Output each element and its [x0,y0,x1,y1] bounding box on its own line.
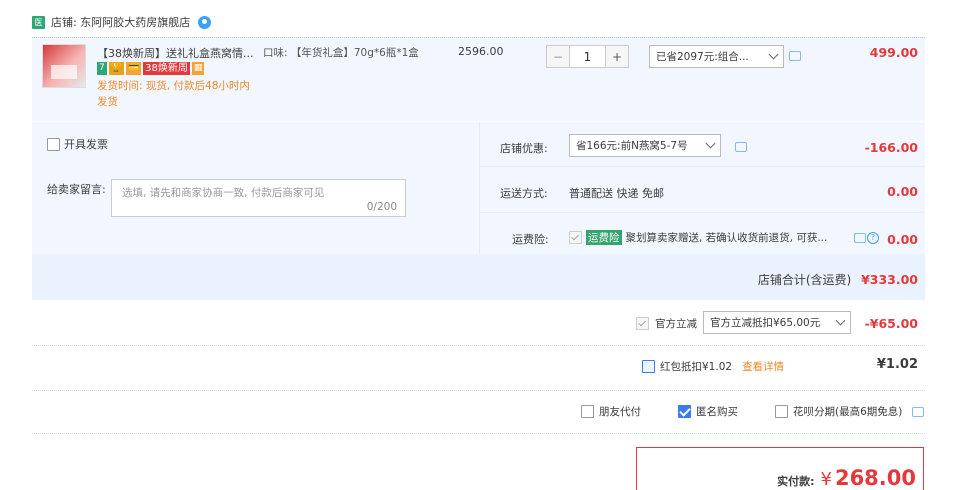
divider [32,345,925,346]
product-title-link[interactable]: 【38焕新周】送礼礼盒燕窝情... [97,45,257,61]
redpacket-option[interactable]: 红包抵扣¥1.02 查看详情 [642,359,784,374]
anonymous-label: 匿名购买 [696,406,738,418]
invoice-option[interactable]: 开具发票 [47,136,108,152]
shop-total-amount: ¥333.00 [861,272,918,287]
invoice-label: 开具发票 [64,138,108,151]
qty-plus-button[interactable]: + [605,45,629,68]
chevron-down-icon [768,49,779,60]
official-discount-checkbox [636,317,649,330]
invoice-checkbox[interactable] [47,137,60,151]
official-discount-amount: -¥65.00 [864,316,918,331]
chevron-down-icon [835,315,846,326]
store-type-badge: 医 [32,15,45,29]
delivery-value: 普通配送 快递 免邮 [569,187,664,200]
item-discount-select[interactable]: 已省2097元:组合... [649,45,784,68]
divider [479,212,925,213]
qty-input[interactable]: 1 [570,45,605,68]
official-discount-select[interactable]: 官方立减抵扣¥65.00元 [703,311,851,334]
insurance-amount: 0.00 [887,232,918,247]
official-discount-value: 官方立减抵扣¥65.00元 [710,317,821,329]
unit-price: 2596.00 [458,45,504,58]
huabei-info-icon[interactable] [912,407,924,417]
huabei-option[interactable]: 花呗分期(最高6期免息) [775,404,902,419]
redpacket-label: 红包抵扣¥1.02 [660,361,733,373]
delivery-label: 运送方式: [500,187,548,200]
redpacket-detail-link[interactable]: 查看详情 [742,359,784,374]
delivery-amount: 0.00 [887,184,918,199]
huabei-checkbox[interactable] [775,405,788,418]
shop-total: 店铺合计(含运费) ¥333.00 [600,271,918,288]
friend-pay-option[interactable]: 朋友代付 [581,404,641,419]
item-amount: 499.00 [869,45,918,60]
official-discount-label: 官方立减 [655,318,697,330]
insurance-option: 运费险 聚划算卖家赠送, 若确认收货前退货, 可获... [569,230,827,245]
redpacket-checkbox[interactable] [642,360,655,373]
qty-minus-button[interactable]: − [546,45,570,68]
pay-currency: ¥ [820,469,832,490]
shop-discount-select[interactable]: 省166元:前N燕窝5-7号 [569,134,721,157]
insurance-tag: 运费险 [586,230,622,245]
shop-discount-info-icon[interactable] [735,142,747,152]
quantity-stepper: − 1 + [546,45,629,68]
ship-time-text: 发货时间: 现货, 付款后48小时内发货 [97,80,250,108]
anonymous-checkbox[interactable] [678,405,691,418]
anonymous-option[interactable]: 匿名购买 [678,404,738,419]
product-thumbnail[interactable] [42,44,86,88]
insurance-label: 运费险: [512,233,549,246]
official-discount-option: 官方立减 [636,316,697,331]
tag-promo-badge: 38焕新周 [143,62,190,75]
message-char-counter: 0/200 [366,201,397,213]
redpacket-amount: ¥1.02 [876,357,918,372]
message-label: 给卖家留言: [47,183,106,196]
divider [32,433,925,434]
store-header: 医 店铺: 东阿阿胶大药房旗舰店 [32,12,212,32]
shop-discount-value: 省166元:前N燕窝5-7号 [576,140,688,152]
divider [32,390,925,391]
chevron-down-icon [705,138,716,149]
tag-7day-icon: 7 [97,62,107,75]
message-textarea[interactable]: 选填, 请先和商家协商一致, 付款后商家可见 0/200 [111,179,406,217]
huabei-label: 花呗分期(最高6期免息) [793,406,903,418]
message-placeholder: 选填, 请先和商家协商一致, 付款后商家可见 [122,187,325,199]
payment-total: 实付款: ¥ 268.00 [650,466,916,490]
tag-award-icon: 🏆 [108,62,124,75]
chat-seller-icon[interactable] [198,15,212,29]
friend-pay-checkbox[interactable] [581,405,594,418]
divider [479,166,925,167]
shop-discount-label: 店铺优惠: [500,142,548,155]
insurance-text: 聚划算卖家赠送, 若确认收货前退货, 可获... [625,232,828,244]
insurance-checkbox [569,231,582,244]
store-name-link[interactable]: 店铺: 东阿阿胶大药房旗舰店 [51,14,190,30]
product-tags: 7 🏆 💳 38焕新周 ▦ [97,62,205,75]
discount-info-icon[interactable] [789,51,801,61]
tag-grid-icon: ▦ [191,62,205,75]
friend-pay-label: 朋友代付 [599,406,641,418]
shop-total-label: 店铺合计(含运费) [757,273,852,287]
pay-amount: 268.00 [834,466,916,490]
item-discount-value: 已省2097元:组合... [656,51,749,63]
shop-discount-amount: -166.00 [864,140,918,155]
product-spec: 口味: 【年货礼盒】70g*6瓶*1盒 [263,47,419,59]
tag-card-icon: 💳 [125,62,142,75]
pay-label: 实付款: [777,475,815,488]
